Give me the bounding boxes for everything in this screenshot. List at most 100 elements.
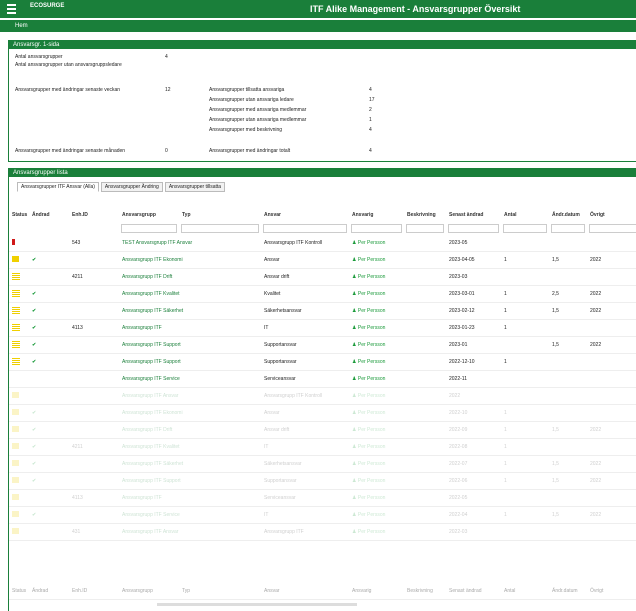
table-row[interactable]: ✔ Ansvarsgrupp ITF Säkerhet Säkerhetsansva… <box>9 455 636 473</box>
horizontal-scrollbar[interactable] <box>157 603 357 606</box>
table-row[interactable]: 543 TEST Ansvarsgrupp ITF Ansvar Ansvarsgr… <box>9 235 636 252</box>
misc-cell <box>587 523 636 541</box>
description-cell <box>404 353 446 371</box>
column-header[interactable]: Beskrivning <box>404 209 446 221</box>
table-row[interactable]: ✔ Ansvarsgrupp ITF Ekonomi Ansvar ♟ Per Per… <box>9 251 636 269</box>
table-row[interactable]: ✔ Ansvarsgrupp ITF Säkerhet Säkerhetsansva… <box>9 302 636 320</box>
responsible-person-name: Per Persson <box>357 308 386 314</box>
table-row[interactable]: ✔ Ansvarsgrupp ITF Ekonomi Ansvar ♟ Per Per… <box>9 404 636 422</box>
filter-cell <box>69 221 119 235</box>
column-filter-input[interactable] <box>448 223 499 233</box>
column-header[interactable]: Övrigt <box>587 209 636 221</box>
group-name-link[interactable]: Ansvarsgrupp ITF Säkerhet <box>119 302 261 320</box>
app-logo: ECOSURGE <box>30 3 64 9</box>
group-name-link[interactable]: Ansvarsgrupp ITF Ekonomi <box>119 404 261 422</box>
group-name-link[interactable]: Ansvarsgrupp ITF Support <box>119 353 261 371</box>
group-name-link[interactable]: Ansvarsgrupp ITF Säkerhet <box>119 455 261 473</box>
group-name-link[interactable]: Ansvarsgrupp ITF Service <box>119 370 261 388</box>
nav-bar: Hem <box>0 20 636 32</box>
responsible-person-name: Per Persson <box>357 512 386 518</box>
group-name-link[interactable]: TEST Ansvarsgrupp ITF Ansvar <box>119 235 261 252</box>
filter-cell <box>549 221 587 235</box>
group-name-link[interactable]: Ansvarsgrupp ITF Kvalitet <box>119 438 261 456</box>
subtab-changes[interactable]: Ansvarsgrupper Ändring <box>100 182 163 192</box>
responsible-person-name: Per Persson <box>357 529 386 535</box>
column-header[interactable]: Senast ändrad <box>446 209 501 221</box>
column-header[interactable]: Antal <box>501 209 549 221</box>
id-cell <box>69 455 119 473</box>
nav-home-link[interactable]: Hem <box>15 23 28 29</box>
group-name-link[interactable]: Ansvarsgrupp ITF <box>119 489 261 507</box>
group-name-link[interactable]: Ansvarsgrupp ITF Ansvar <box>119 523 261 541</box>
count-cell <box>501 523 549 541</box>
table-row[interactable]: ✔ Ansvarsgrupp ITF Support Supportansvar ♟ … <box>9 472 636 490</box>
summary-right-label: Ansvarsgrupper utan ansvariga ledare <box>209 97 294 103</box>
description-cell <box>404 489 446 507</box>
column-filter-input[interactable] <box>263 223 347 233</box>
table-row[interactable]: Ansvarsgrupp ITF Ansvar Ansvarsgrupp ITF … <box>9 387 636 405</box>
column-header[interactable]: Ansvar <box>261 209 349 221</box>
status-flag-icon <box>12 426 19 432</box>
table-row[interactable]: 4211 Ansvarsgrupp ITF Drift Ansvar drift ♟ … <box>9 268 636 286</box>
id-cell <box>69 302 119 320</box>
responsible-person: ♟ Per Persson <box>349 421 404 439</box>
menu-icon[interactable] <box>7 4 16 14</box>
table-row[interactable]: ✔ Ansvarsgrupp ITF Support Supportansvar ♟ … <box>9 353 636 371</box>
column-header[interactable]: Typ <box>179 209 261 221</box>
column-header[interactable]: Status <box>9 209 29 221</box>
column-filter-input[interactable] <box>121 223 177 233</box>
table-row[interactable]: 4113 Ansvarsgrupp ITF Serviceansvar ♟ Per P… <box>9 489 636 507</box>
column-filter-input[interactable] <box>351 223 402 233</box>
group-name-link[interactable]: Ansvarsgrupp ITF Support <box>119 472 261 490</box>
table-row[interactable]: ✔ Ansvarsgrupp ITF Support Supportansvar ♟ … <box>9 336 636 354</box>
count-cell <box>501 387 549 405</box>
table-row[interactable]: Ansvarsgrupp ITF Service Serviceansvar ♟ P… <box>9 370 636 388</box>
status-cell <box>9 523 29 541</box>
group-name-link[interactable]: Ansvarsgrupp ITF Kvalitet <box>119 285 261 303</box>
count-cell: 1 <box>501 285 549 303</box>
group-name-link[interactable]: Ansvarsgrupp ITF Support <box>119 336 261 354</box>
table-container: Status Ändrad Enh.ID Ansvarsgrupp Typ Ansvar A… <box>9 209 636 611</box>
id-cell <box>69 404 119 422</box>
footer-cell: Enh.ID <box>69 583 119 600</box>
filter-cell <box>261 221 349 235</box>
column-filter-input[interactable] <box>406 223 444 233</box>
subtab-assigned[interactable]: Ansvarsgrupper tillsatta <box>164 182 226 192</box>
group-name-link[interactable]: Ansvarsgrupp ITF Ansvar <box>119 387 261 405</box>
column-header[interactable]: Ändr.datum <box>549 209 587 221</box>
column-filter-input[interactable] <box>503 223 547 233</box>
group-name-link[interactable]: Ansvarsgrupp ITF Drift <box>119 421 261 439</box>
id-cell <box>69 472 119 490</box>
change-cell: 1,5 <box>549 472 587 490</box>
column-filter-input[interactable] <box>551 223 585 233</box>
table-row[interactable]: ✔ Ansvarsgrupp ITF Kvalitet Kvalitet ♟ Per … <box>9 285 636 303</box>
description-cell <box>404 404 446 422</box>
count-cell: 1 <box>501 353 549 371</box>
summary-left-row: Ansvarsgrupper med ändringar senaste mån… <box>15 148 168 154</box>
misc-cell <box>587 353 636 371</box>
group-name-link[interactable]: Ansvarsgrupp ITF <box>119 319 261 337</box>
misc-cell: 2022 <box>587 302 636 320</box>
column-filter-input[interactable] <box>181 223 259 233</box>
table-row[interactable]: ✔ Ansvarsgrupp ITF Service IT ♟ Per Persson… <box>9 506 636 524</box>
column-filter-input[interactable] <box>589 223 636 233</box>
column-header[interactable]: Ansvarsgrupp <box>119 209 179 221</box>
date-cell: 2023-04-05 <box>446 251 501 269</box>
table-row[interactable]: ✔ Ansvarsgrupp ITF Drift Ansvar drift ♟ Per… <box>9 421 636 439</box>
group-name-link[interactable]: Ansvarsgrupp ITF Drift <box>119 268 261 286</box>
group-name-link[interactable]: Ansvarsgrupp ITF Service <box>119 506 261 524</box>
subtab-all[interactable]: Ansvarsgrupper ITF Ansvar (Alla) <box>17 182 99 192</box>
description-cell <box>404 438 446 456</box>
column-header[interactable]: Ändrad <box>29 209 69 221</box>
column-header[interactable]: Ansvarig <box>349 209 404 221</box>
responsibility-cell: Kvalitet <box>261 285 349 303</box>
column-header[interactable]: Enh.ID <box>69 209 119 221</box>
group-name-link[interactable]: Ansvarsgrupp ITF Ekonomi <box>119 251 261 269</box>
table-row[interactable]: ✔ 4211 Ansvarsgrupp ITF Kvalitet IT ♟ Per Pe… <box>9 438 636 456</box>
responsible-person: ♟ Per Persson <box>349 319 404 337</box>
table-row[interactable]: 431 Ansvarsgrupp ITF Ansvar Ansvarsgrupp I… <box>9 523 636 541</box>
footer-cell: Ansvarsgrupp <box>119 583 179 600</box>
table-row[interactable]: ✔ 4113 Ansvarsgrupp ITF IT ♟ Per Persson 2023… <box>9 319 636 337</box>
status-flag-icon <box>12 409 19 415</box>
misc-cell <box>587 387 636 405</box>
